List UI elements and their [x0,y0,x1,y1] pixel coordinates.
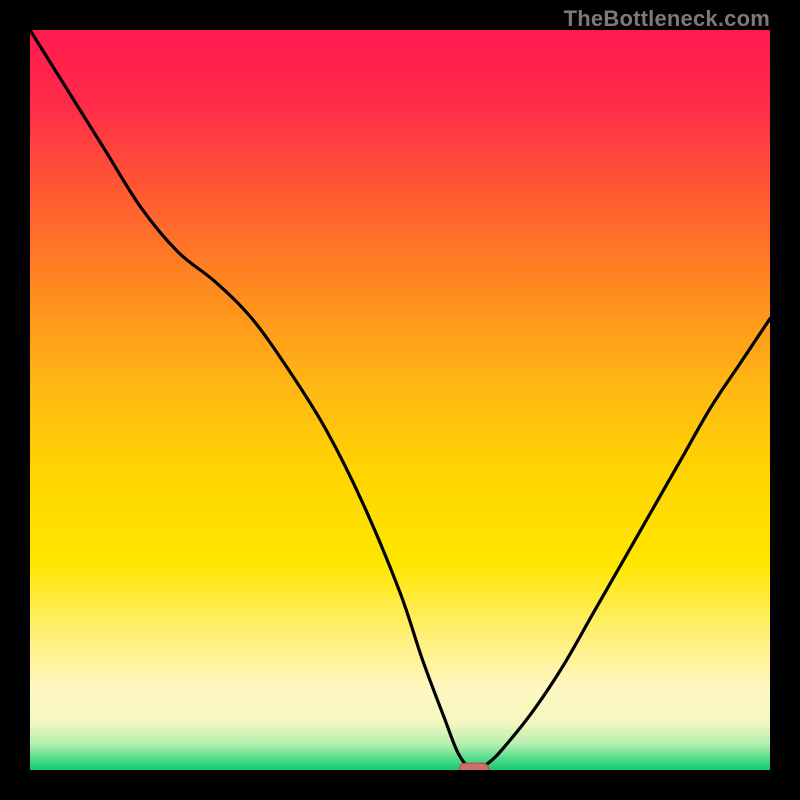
plot-area [30,30,770,770]
optimal-marker [459,763,489,770]
watermark-text: TheBottleneck.com [564,6,770,32]
chart-svg [30,30,770,770]
bottleneck-curve [30,30,770,770]
chart-frame: TheBottleneck.com [0,0,800,800]
